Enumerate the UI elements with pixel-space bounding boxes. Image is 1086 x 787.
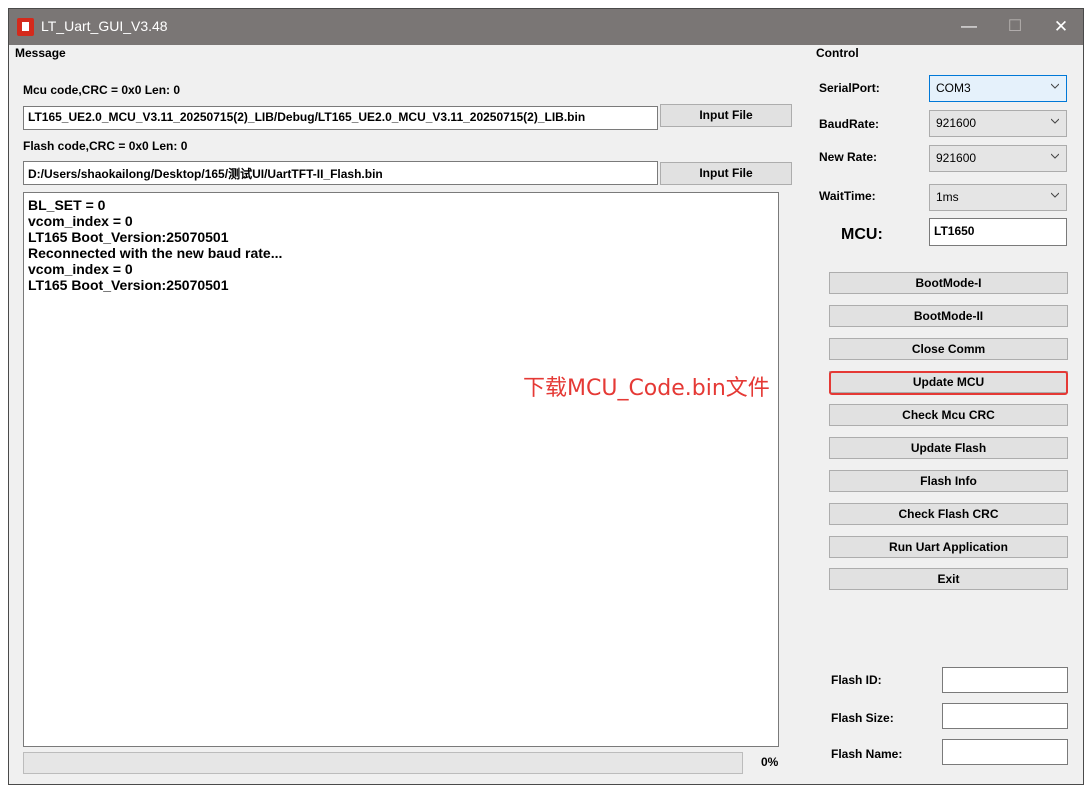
wait-time-label: WaitTime: [819,189,876,203]
annotation-text: 下载MCU_Code.bin文件 [523,376,770,401]
flash-name-label: Flash Name: [831,747,903,761]
progress-bar [23,752,743,774]
control-group-label: Control [816,46,859,60]
log-line: vcom_index = 0 [28,261,133,277]
update-flash-button[interactable]: Update Flash [829,437,1068,459]
mcu-model-field[interactable]: LT1650 [929,218,1067,246]
flash-size-field[interactable] [942,703,1068,729]
close-button[interactable]: ✕ [1038,9,1084,45]
flash-size-label: Flash Size: [831,711,894,725]
minimize-button[interactable]: — [946,9,992,45]
serial-port-label: SerialPort: [819,81,880,95]
flash-name-field[interactable] [942,739,1068,765]
title-bar[interactable]: LT_Uart_GUI_V3.48 — ☐ ✕ [9,9,1083,45]
serial-port-select[interactable]: COM3 [929,75,1067,102]
mcu-code-label: Mcu code,CRC = 0x0 Len: 0 [23,83,181,97]
app-window: LT_Uart_GUI_V3.48 — ☐ ✕ Message Mcu code… [8,8,1084,785]
flash-code-label: Flash code,CRC = 0x0 Len: 0 [23,139,188,153]
log-line: vcom_index = 0 [28,213,133,229]
maximize-button[interactable]: ☐ [992,9,1038,45]
close-comm-button[interactable]: Close Comm [829,338,1068,360]
flash-file-path-field[interactable]: D:/Users/shaokailong/Desktop/165/测试UI/Ua… [23,161,658,185]
mcu-input-file-button[interactable]: Input File [660,104,792,127]
log-line: BL_SET = 0 [28,197,106,213]
chevron-down-icon [1051,153,1059,159]
bootmode-2-button[interactable]: BootMode-II [829,305,1068,327]
flash-id-label: Flash ID: [831,673,882,687]
log-line: Reconnected with the new baud rate... [28,245,283,261]
wait-time-select[interactable]: 1ms [929,184,1067,211]
chevron-down-icon [1051,192,1059,198]
baud-rate-label: BaudRate: [819,117,880,131]
window-title: LT_Uart_GUI_V3.48 [41,18,168,34]
flash-info-button[interactable]: Flash Info [829,470,1068,492]
new-rate-value: 921600 [936,151,977,165]
message-log[interactable]: BL_SET = 0 vcom_index = 0 LT165 Boot_Ver… [23,192,779,747]
chevron-down-icon [1051,118,1059,124]
log-line: LT165 Boot_Version:25070501 [28,277,229,293]
bootmode-1-button[interactable]: BootMode-I [829,272,1068,294]
mcu-label: MCU: [841,226,883,243]
serial-port-value: COM3 [936,81,971,95]
new-rate-select[interactable]: 921600 [929,145,1067,172]
progress-percent-label: 0% [761,755,779,769]
check-flash-crc-button[interactable]: Check Flash CRC [829,503,1068,525]
check-mcu-crc-button[interactable]: Check Mcu CRC [829,404,1068,426]
update-mcu-highlight [829,371,1068,395]
app-logo-icon [17,18,34,36]
chevron-down-icon [1051,83,1059,89]
log-line: LT165 Boot_Version:25070501 [28,229,229,245]
exit-button[interactable]: Exit [829,568,1068,590]
run-uart-application-button[interactable]: Run Uart Application [829,536,1068,558]
new-rate-label: New Rate: [819,150,878,164]
flash-input-file-button[interactable]: Input File [660,162,792,185]
message-group-label: Message [15,46,66,60]
flash-id-field[interactable] [942,667,1068,693]
mcu-file-path-field[interactable]: LT165_UE2.0_MCU_V3.11_20250715(2)_LIB/De… [23,106,658,130]
baud-rate-value: 921600 [936,116,977,130]
baud-rate-select[interactable]: 921600 [929,110,1067,137]
wait-time-value: 1ms [936,190,959,204]
